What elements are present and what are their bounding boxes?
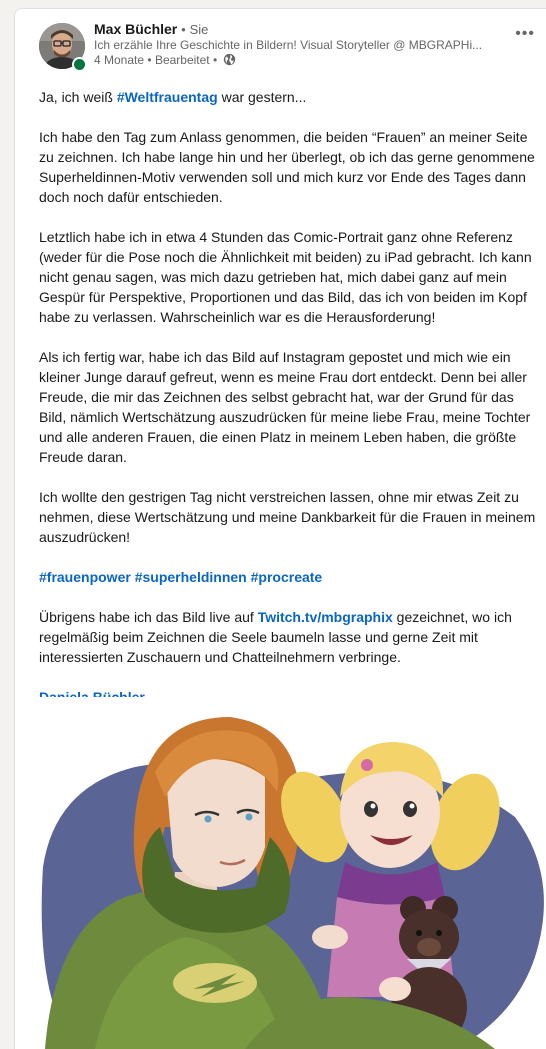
text: Ja, ich weiß [39, 89, 117, 105]
paragraph-2: Ich habe den Tag zum Anlass genommen, di… [39, 129, 535, 205]
paragraph-7: Übrigens habe ich das Bild live auf Twit… [39, 607, 539, 667]
online-status-icon [72, 57, 87, 72]
paragraph-3: Letztlich habe ich in etwa 4 Stunden das… [39, 229, 532, 325]
separator: • [181, 22, 186, 37]
hashtag-frauenpower[interactable]: #frauenpower [39, 569, 131, 585]
comic-illustration [41, 717, 544, 1049]
author-name[interactable]: Max Büchler [94, 21, 177, 37]
paragraph-1: Ja, ich weiß #Weltfrauentag war gestern.… [39, 87, 539, 107]
hashtag-procreate[interactable]: #procreate [251, 569, 323, 585]
author-info: Max Büchler • Sie Ich erzähle Ihre Gesch… [94, 21, 517, 70]
post-time: 4 Monate [94, 53, 145, 67]
meta-separator: • [147, 53, 152, 67]
edited-label: Bearbeitet [154, 53, 210, 67]
connection-degree: Sie [189, 22, 209, 37]
author-name-line: Max Büchler • Sie [94, 21, 517, 38]
author-headline: Ich erzähle Ihre Geschichte in Bildern! … [94, 38, 483, 52]
text: Übrigens habe ich das Bild live auf [39, 609, 258, 625]
post-body: Ja, ich weiß #Weltfrauentag war gestern.… [39, 87, 539, 727]
post-card: Max Büchler • Sie Ich erzähle Ihre Gesch… [14, 8, 546, 1049]
paragraph-5: Ich wollte den gestrigen Tag nicht verst… [39, 489, 536, 545]
post-meta: 4 Monate • Bearbeitet • [94, 53, 517, 70]
globe-icon [223, 53, 236, 70]
post-header: Max Büchler • Sie Ich erzähle Ihre Gesch… [39, 21, 537, 81]
meta-separator: • [212, 53, 218, 67]
post-image[interactable] [15, 697, 546, 1049]
paragraph-4: Als ich fertig war, habe ich das Bild au… [39, 349, 531, 465]
text: war gestern... [217, 89, 307, 105]
twitch-link[interactable]: Twitch.tv/mbgraphix [258, 609, 393, 625]
hashtags: #frauenpower #superheldinnen #procreate [39, 567, 539, 587]
hashtag-weltfrauentag[interactable]: #Weltfrauentag [117, 89, 218, 105]
hashtag-superheldinnen[interactable]: #superheldinnen [135, 569, 247, 585]
more-options-button[interactable]: ••• [515, 26, 535, 42]
